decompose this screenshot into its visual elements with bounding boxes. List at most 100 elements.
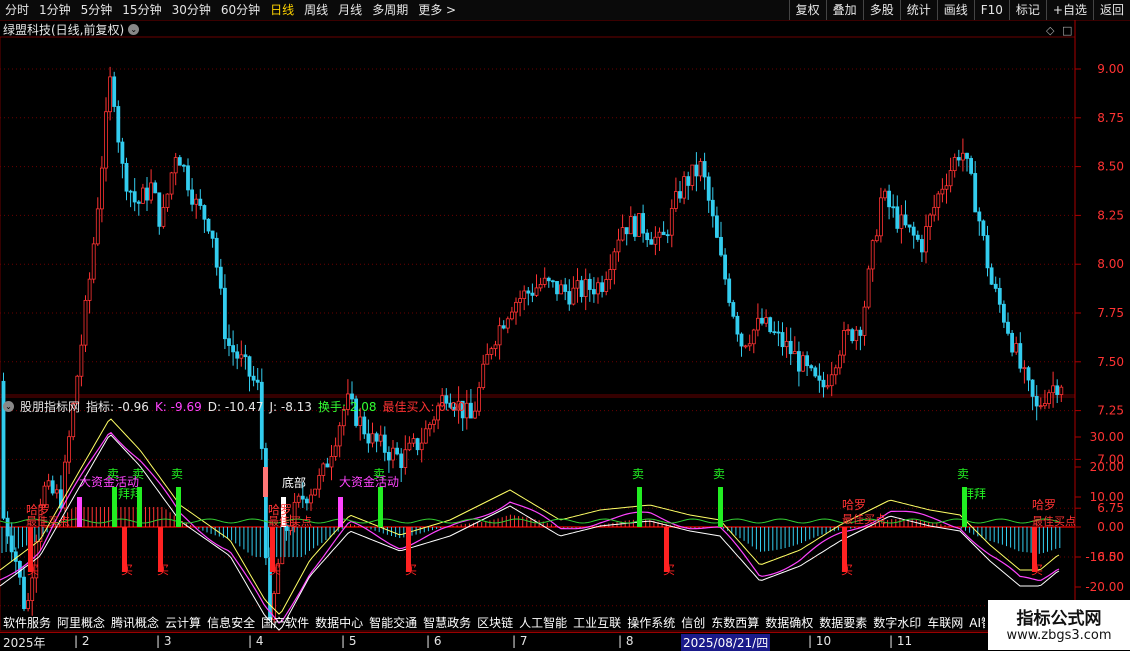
candle xyxy=(657,231,662,238)
candle xyxy=(903,214,908,226)
candle xyxy=(801,355,805,372)
candle xyxy=(50,480,55,494)
candle xyxy=(628,216,633,235)
kline-chart[interactable]: 9.008.758.508.258.007.757.507.257.006.75… xyxy=(0,0,1130,650)
concept-tag[interactable]: 数据中心 xyxy=(312,614,366,632)
candle xyxy=(202,205,207,220)
best-buy-label: 最佳买点 xyxy=(842,512,886,526)
candle xyxy=(633,216,637,237)
concept-tag[interactable]: 东数西算 xyxy=(708,614,762,632)
candle xyxy=(883,190,887,199)
price-tick-label: 7.50 xyxy=(1097,355,1124,369)
candle xyxy=(555,281,559,295)
concept-tag[interactable]: 工业互联 xyxy=(570,614,624,632)
candle xyxy=(915,234,920,240)
k-value: K: -9.69 xyxy=(154,399,202,414)
concept-tag[interactable]: 操作系统 xyxy=(624,614,678,632)
candle xyxy=(485,354,490,365)
candle xyxy=(1022,367,1027,370)
year-label: 2025年 xyxy=(3,636,46,650)
chevron-down-icon[interactable]: ⌄ xyxy=(3,401,14,412)
price-tick-label: 8.25 xyxy=(1097,208,1124,222)
big-fund-bar xyxy=(338,497,343,527)
concept-tag[interactable]: 智能交通 xyxy=(366,614,420,632)
candle xyxy=(112,76,117,107)
sell-bar xyxy=(176,487,181,527)
candle xyxy=(497,325,502,346)
concept-tag[interactable]: 国产软件 xyxy=(258,614,312,632)
concept-tag[interactable]: 腾讯概念 xyxy=(108,614,162,632)
concept-tag[interactable]: 阿里概念 xyxy=(54,614,108,632)
j-value: J: -8.13 xyxy=(269,399,312,414)
candle xyxy=(686,176,691,186)
candle xyxy=(218,266,223,289)
candle xyxy=(325,463,330,468)
best-buy-value: 最佳买入: 0.00 xyxy=(382,400,466,414)
concept-tag[interactable]: 数据要素 xyxy=(816,614,870,632)
concept-tag[interactable]: 数据确权 xyxy=(762,614,816,632)
candle xyxy=(645,232,650,241)
candle xyxy=(948,170,953,187)
sell-bar xyxy=(378,487,383,527)
candle xyxy=(481,363,486,389)
candle xyxy=(665,234,670,237)
candle xyxy=(792,351,797,355)
candle xyxy=(596,282,600,295)
candle xyxy=(46,480,51,487)
candle xyxy=(760,317,764,324)
candle xyxy=(473,410,477,419)
haluo-label: 哈罗 xyxy=(1032,498,1056,512)
best-buy-label: 最佳买点 xyxy=(26,514,70,528)
candle xyxy=(120,141,125,164)
candle xyxy=(432,419,436,425)
d-value: D: -10.47 xyxy=(207,399,264,414)
concept-tag[interactable]: 区块链 xyxy=(474,614,516,632)
candle xyxy=(924,226,928,253)
candle xyxy=(231,345,236,353)
candle xyxy=(682,176,686,199)
candle xyxy=(186,165,190,191)
candle xyxy=(788,340,793,355)
candle xyxy=(604,279,609,292)
price-tick-label: 7.75 xyxy=(1097,306,1124,320)
concept-tag[interactable]: 软件服务 xyxy=(0,614,54,632)
candle xyxy=(259,381,264,449)
watermark-title: 指标公式网 xyxy=(1016,609,1102,629)
cursor-date: 2025/08/21/四 xyxy=(681,634,771,651)
candle xyxy=(153,182,158,194)
concept-tag[interactable]: 云计算 xyxy=(162,614,204,632)
candle xyxy=(846,329,850,332)
concept-tag[interactable]: 数字水印 xyxy=(870,614,924,632)
candle xyxy=(395,447,400,455)
candle xyxy=(616,239,621,253)
month-label: | 4 xyxy=(248,634,264,648)
concept-tag[interactable]: 智慧政务 xyxy=(420,614,474,632)
buy-label: 买 xyxy=(841,563,853,577)
concept-tag[interactable]: AI智能 xyxy=(966,614,985,632)
candle xyxy=(67,436,71,463)
concept-tag[interactable]: 人工智能 xyxy=(516,614,570,632)
candle xyxy=(587,278,592,290)
candle xyxy=(309,494,313,504)
candle xyxy=(30,577,35,602)
candle xyxy=(678,191,682,199)
watermark-url: www.zbgs3.com xyxy=(1006,628,1112,643)
candle xyxy=(149,182,154,201)
candle xyxy=(181,164,186,167)
candle xyxy=(985,235,990,269)
indicator-name[interactable]: 股朋指标网 xyxy=(20,398,80,415)
candle xyxy=(817,375,822,381)
candle xyxy=(833,367,838,376)
indicator-value: 指标: -0.96 xyxy=(86,400,149,414)
candle xyxy=(358,416,363,426)
candle xyxy=(54,489,59,494)
candle xyxy=(809,365,814,369)
candle xyxy=(944,185,949,190)
concept-tag[interactable]: 信创 xyxy=(678,614,708,632)
concept-tag[interactable]: 车联网 xyxy=(924,614,966,632)
candle xyxy=(989,267,994,285)
candle xyxy=(505,318,510,329)
concept-tag[interactable]: 信息安全 xyxy=(204,614,258,632)
month-label: | 6 xyxy=(426,634,442,648)
candle xyxy=(592,289,596,295)
